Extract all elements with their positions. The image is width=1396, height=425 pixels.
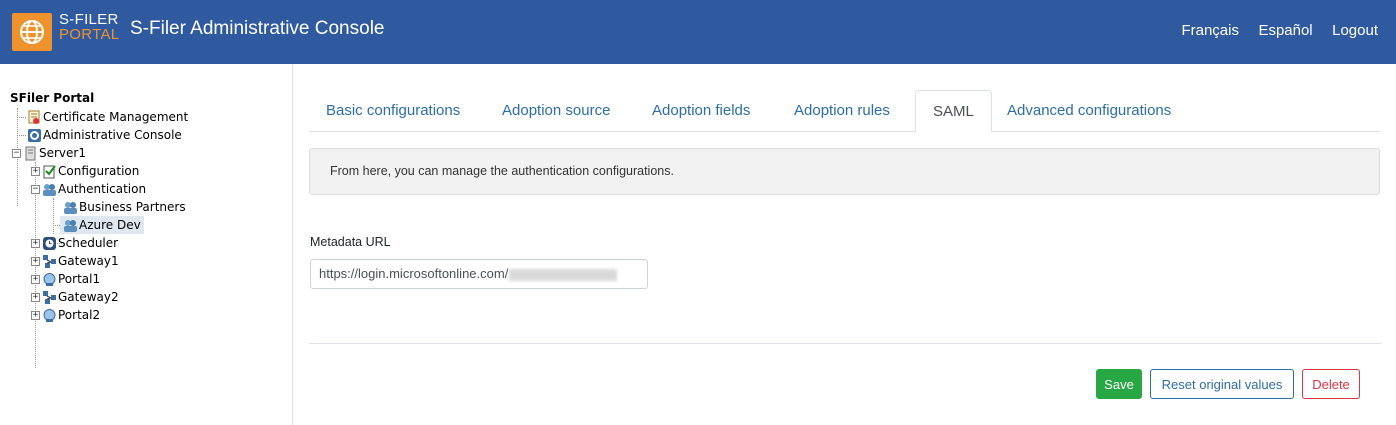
reset-original-values-button[interactable]: Reset original values <box>1150 369 1294 399</box>
tab-advanced-configurations[interactable]: Advanced configurations <box>990 90 1188 131</box>
expand-toggle-icon[interactable]: + <box>31 310 40 320</box>
logo-line2: PORTAL <box>59 26 120 43</box>
expand-toggle-icon[interactable]: + <box>31 274 40 284</box>
header-links: Français Español Logout <box>1166 22 1378 40</box>
logo-text: S-FILER PORTAL <box>59 12 129 42</box>
tree-node-configuration[interactable]: + Configuration <box>31 162 139 180</box>
expand-toggle-icon[interactable]: + <box>31 166 40 176</box>
tree-node-portal2[interactable]: + Portal2 <box>31 306 100 324</box>
divider <box>309 343 1382 344</box>
expand-toggle-icon[interactable]: + <box>31 238 40 248</box>
tree-node-gateway1[interactable]: + Gateway1 <box>31 252 119 270</box>
tab-bar: Basic configurations Adoption source Ado… <box>309 90 1380 133</box>
tree-node-authentication[interactable]: − Authentication <box>31 180 146 198</box>
tree-node-label: Gateway1 <box>58 254 119 268</box>
save-button[interactable]: Save <box>1096 369 1142 399</box>
tree-node-certificate-management[interactable]: Certificate Management <box>27 108 188 126</box>
tree-node-azure-dev[interactable]: Azure Dev <box>60 216 144 234</box>
certificate-icon <box>27 110 42 125</box>
globe-logo-icon <box>12 13 52 51</box>
tree-node-administrative-console[interactable]: Administrative Console <box>27 126 182 144</box>
top-header: S-FILER PORTAL S-Filer Administrative Co… <box>0 0 1396 64</box>
delete-button[interactable]: Delete <box>1302 369 1360 399</box>
info-text: From here, you can manage the authentica… <box>330 164 674 178</box>
server-icon <box>23 146 38 161</box>
tree-node-label: Server1 <box>39 146 86 160</box>
tree-node-label: Azure Dev <box>79 218 141 232</box>
metadata-url-value: https://login.microsoftonline.com/ <box>319 266 509 281</box>
tree-node-label: Portal1 <box>58 272 101 286</box>
metadata-url-label: Metadata URL <box>310 235 391 249</box>
tree-node-label: Scheduler <box>58 236 119 250</box>
redacted-text <box>509 268 618 281</box>
tab-adoption-rules[interactable]: Adoption rules <box>777 90 907 131</box>
tree-node-scheduler[interactable]: + Scheduler <box>31 234 118 252</box>
tree-node-business-partners[interactable]: Business Partners <box>63 198 186 216</box>
network-icon <box>42 290 57 305</box>
users-icon <box>63 218 78 233</box>
tree-node-label: Certificate Management <box>43 110 189 124</box>
tree-node-label: Business Partners <box>79 200 186 214</box>
tree-node-label: Portal2 <box>58 308 101 322</box>
portal-icon <box>42 272 57 287</box>
tree-node-server1[interactable]: − Server1 <box>12 144 86 162</box>
expand-toggle-icon[interactable]: + <box>31 292 40 302</box>
tab-adoption-source[interactable]: Adoption source <box>485 90 627 131</box>
users-icon <box>42 182 57 197</box>
info-box: From here, you can manage the authentica… <box>309 148 1380 195</box>
tree-root[interactable]: SFiler Portal <box>10 91 94 105</box>
portal-icon <box>42 308 57 323</box>
checklist-icon <box>42 164 57 179</box>
app-title: S-Filer Administrative Console <box>130 18 385 39</box>
lang-french-link[interactable]: Français <box>1181 22 1239 39</box>
tree-node-label: Gateway2 <box>58 290 119 304</box>
collapse-toggle-icon[interactable]: − <box>12 148 21 158</box>
logo-line1: S-FILER <box>59 11 119 28</box>
tab-basic-configurations[interactable]: Basic configurations <box>309 90 477 131</box>
metadata-url-input[interactable]: https://login.microsoftonline.com/ <box>310 259 648 289</box>
tree-node-label: Configuration <box>58 164 140 178</box>
sidebar: SFiler Portal Certificate Management Adm… <box>0 64 293 425</box>
logout-link[interactable]: Logout <box>1332 22 1378 39</box>
tree-node-label: Authentication <box>58 182 147 196</box>
tree-node-portal1[interactable]: + Portal1 <box>31 270 100 288</box>
users-icon <box>63 200 78 215</box>
tree-node-gateway2[interactable]: + Gateway2 <box>31 288 119 306</box>
tree-node-label: Administrative Console <box>43 128 182 142</box>
expand-toggle-icon[interactable]: + <box>31 256 40 266</box>
network-icon <box>42 254 57 269</box>
clock-icon <box>42 236 57 251</box>
tab-adoption-fields[interactable]: Adoption fields <box>635 90 767 131</box>
lang-spanish-link[interactable]: Español <box>1258 22 1312 39</box>
tab-saml[interactable]: SAML <box>915 90 992 133</box>
collapse-toggle-icon[interactable]: − <box>31 184 40 194</box>
gear-icon <box>27 128 42 143</box>
